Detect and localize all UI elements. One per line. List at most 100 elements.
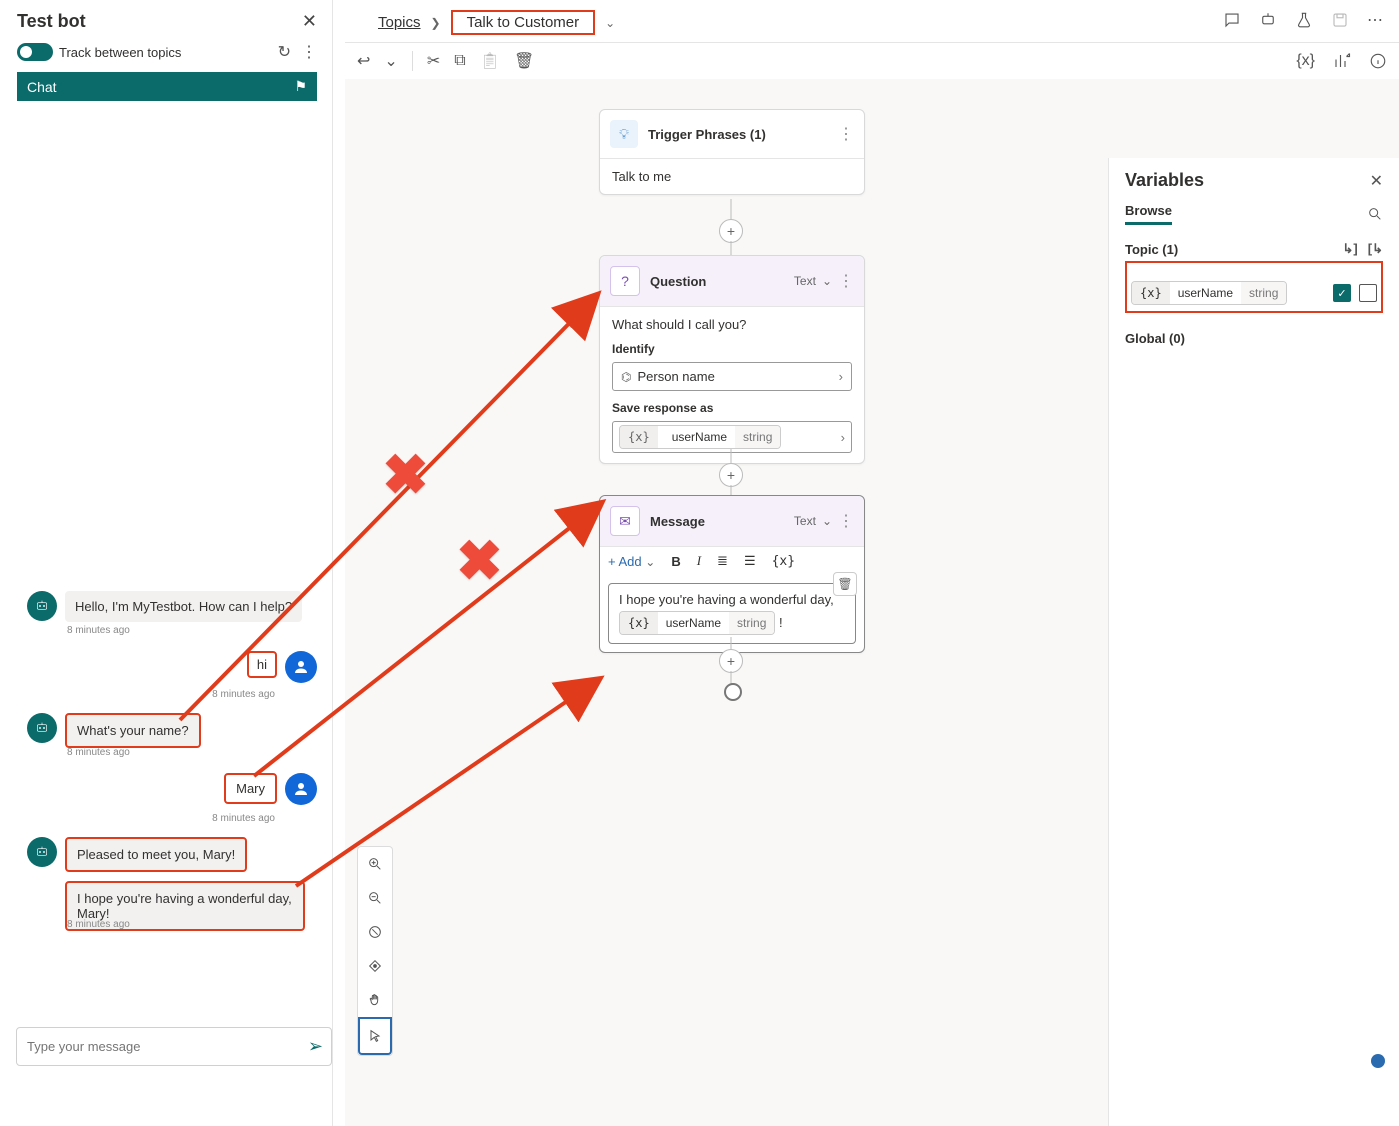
close-icon[interactable]: ✕	[302, 11, 317, 32]
bulleted-list-icon[interactable]: ≣	[717, 553, 728, 569]
add-node-button[interactable]: +	[719, 219, 743, 243]
refresh-icon[interactable]: ↻	[278, 42, 291, 62]
chevron-down-icon[interactable]: ⌄	[822, 274, 832, 288]
add-button[interactable]: + Add ⌄	[608, 554, 655, 569]
receive-checkbox[interactable]: ✓	[1333, 284, 1351, 302]
flask-icon[interactable]	[1295, 11, 1313, 29]
copy-icon[interactable]: ⧉	[454, 52, 465, 70]
node-question[interactable]: ? Question Text ⌄ ⋮ What should I call y…	[599, 255, 865, 464]
track-toggle[interactable]	[17, 43, 53, 61]
paste-icon[interactable]: 📋︎	[480, 51, 500, 71]
breadcrumb-current[interactable]: Talk to Customer	[461, 12, 586, 33]
variable-item[interactable]: {x} userName string	[1131, 281, 1287, 305]
node-more-icon[interactable]: ⋮	[838, 124, 854, 144]
variable-name: userName	[664, 426, 735, 448]
variable-name: userName	[1170, 282, 1241, 304]
info-icon[interactable]	[1371, 1054, 1385, 1068]
return-checkbox[interactable]	[1359, 284, 1377, 302]
variable-type: string	[1241, 282, 1286, 304]
topic-section-label: Topic (1)	[1125, 242, 1178, 257]
comment-icon[interactable]	[1223, 11, 1241, 29]
chat-area: Hello, I'm MyTestbot. How can I help? 8 …	[17, 101, 317, 941]
delete-icon[interactable]: 🗑︎	[514, 51, 534, 71]
tab-browse[interactable]: Browse	[1125, 203, 1172, 225]
variable-type: string	[729, 612, 774, 634]
person-icon: ⌬	[621, 370, 631, 384]
chevron-down-icon[interactable]: ⌄	[605, 16, 615, 30]
global-section-label: Global (0)	[1125, 331, 1185, 346]
node-title: Question	[650, 274, 706, 289]
close-icon[interactable]: ✕	[1370, 171, 1383, 191]
bot-avatar	[27, 713, 57, 743]
bot-avatar	[27, 591, 57, 621]
zoom-out-icon[interactable]	[358, 881, 392, 915]
node-type[interactable]: Text	[794, 514, 816, 528]
pan-icon[interactable]	[358, 983, 392, 1017]
more-icon[interactable]: ⋮	[301, 42, 317, 62]
bold-icon[interactable]: B	[671, 554, 680, 569]
save-variable-input[interactable]: {x} userName string ›	[612, 421, 852, 453]
timestamp: 8 minutes ago	[67, 919, 130, 930]
variable-icon: {x}	[620, 612, 658, 634]
send-icon[interactable]: ➢	[308, 1036, 323, 1057]
delete-icon[interactable]: 🗑︎	[833, 572, 857, 596]
cut-icon[interactable]: ✂	[427, 51, 440, 71]
insert-variable-icon[interactable]: {x}	[772, 554, 795, 569]
message-text-editor[interactable]: 🗑︎ I hope you're having a wonderful day,…	[608, 583, 856, 644]
identify-label: Identify	[612, 342, 852, 356]
timestamp: 8 minutes ago	[212, 813, 275, 824]
user-message: hi	[247, 651, 277, 678]
minimap-icon[interactable]	[358, 949, 392, 983]
x-annotation: ✖	[456, 528, 503, 594]
lightbulb-icon: 💡︎	[610, 120, 638, 148]
numbered-list-icon[interactable]: ☰	[744, 553, 756, 569]
user-avatar	[285, 651, 317, 683]
identify-input[interactable]: ⌬Person name ›	[612, 362, 852, 391]
return-icon[interactable]: [↳	[1368, 241, 1383, 257]
search-icon[interactable]	[1367, 206, 1383, 222]
track-label: Track between topics	[59, 45, 181, 60]
variable-icon: {x}	[620, 426, 658, 448]
variables-title: Variables	[1125, 170, 1204, 191]
authoring-canvas[interactable]: 💡︎ Trigger Phrases (1) ⋮ Talk to me + ? …	[345, 79, 1399, 1126]
trigger-phrase: Talk to me	[600, 158, 864, 194]
undo-dropdown-icon[interactable]: ⌄	[384, 51, 397, 71]
cursor-icon[interactable]	[358, 1017, 392, 1055]
analytics-icon[interactable]	[1333, 52, 1351, 70]
variables-panel: Variables ✕ Browse Topic (1) ↳] [↳ {x} u…	[1108, 158, 1399, 1126]
chevron-down-icon[interactable]: ⌄	[822, 514, 832, 528]
node-more-icon[interactable]: ⋮	[838, 511, 854, 531]
variables-icon[interactable]: {x}	[1296, 52, 1315, 70]
chevron-right-icon: ›	[841, 430, 845, 445]
timestamp: 8 minutes ago	[67, 747, 130, 758]
add-node-button[interactable]: +	[719, 463, 743, 487]
timestamp: 8 minutes ago	[212, 689, 275, 700]
chat-tab[interactable]: Chat	[27, 79, 57, 95]
undo-icon[interactable]: ↩	[357, 51, 370, 71]
receive-icon[interactable]: ↳]	[1343, 241, 1358, 257]
chat-input[interactable]	[25, 1038, 308, 1055]
bot-message: What's your name?	[65, 713, 201, 748]
bot-message: Hello, I'm MyTestbot. How can I help?	[65, 591, 302, 622]
chat-input-bar[interactable]: ➢	[16, 1027, 332, 1066]
reset-icon[interactable]	[358, 915, 392, 949]
italic-icon[interactable]: I	[697, 553, 701, 569]
node-type[interactable]: Text	[794, 274, 816, 288]
bot-icon[interactable]	[1259, 11, 1277, 29]
chevron-right-icon: ❯	[431, 16, 441, 30]
add-node-button[interactable]: +	[719, 649, 743, 673]
save-icon[interactable]	[1331, 11, 1349, 29]
breadcrumb-root[interactable]: Topics	[378, 14, 421, 31]
flag-icon[interactable]: ⚑	[294, 78, 307, 95]
zoom-in-icon[interactable]	[358, 847, 392, 881]
variable-icon: {x}	[1132, 282, 1170, 304]
node-message[interactable]: ✉︎ Message Text ⌄ ⋮ + Add ⌄ B I ≣ ☰ {x} …	[599, 495, 865, 653]
user-avatar	[285, 773, 317, 805]
node-more-icon[interactable]: ⋮	[838, 271, 854, 291]
node-trigger[interactable]: 💡︎ Trigger Phrases (1) ⋮ Talk to me	[599, 109, 865, 195]
more-icon[interactable]: ⋯	[1367, 10, 1383, 30]
info-icon[interactable]	[1369, 52, 1387, 70]
save-label: Save response as	[612, 401, 852, 415]
user-message: Mary	[224, 773, 277, 804]
question-prompt: What should I call you?	[612, 317, 852, 332]
